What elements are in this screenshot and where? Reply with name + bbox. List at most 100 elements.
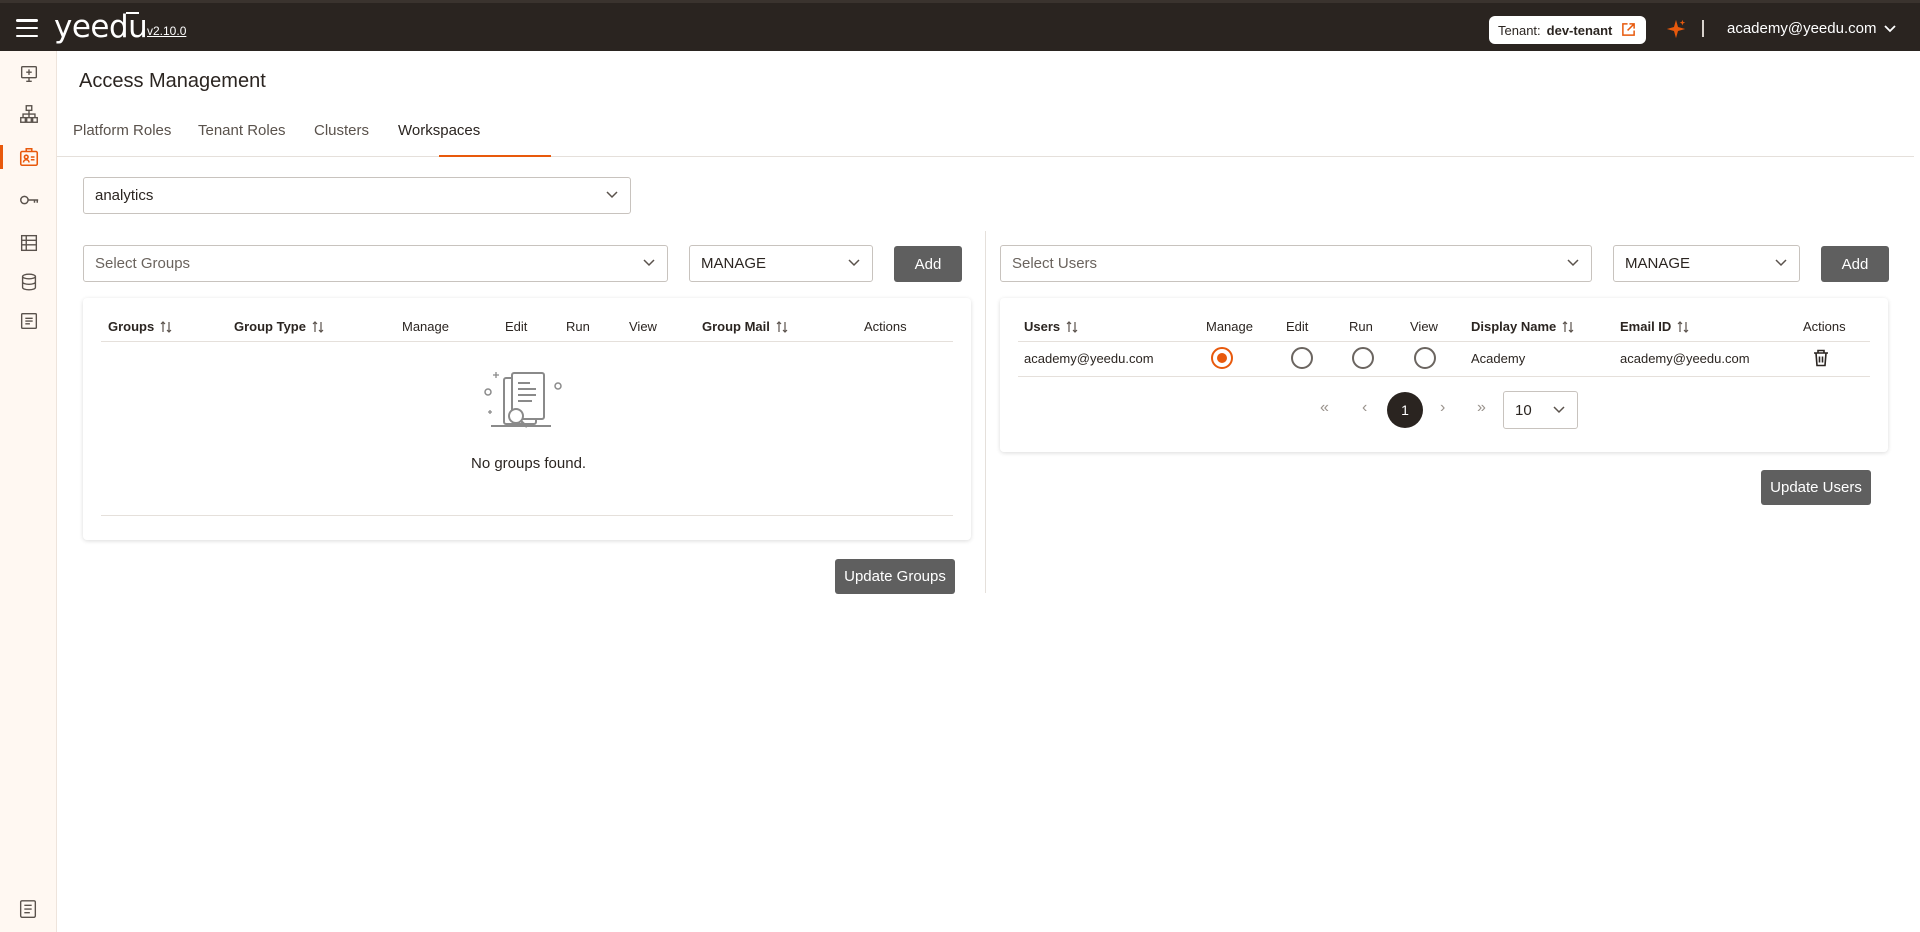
- select-groups[interactable]: Select Groups: [83, 245, 668, 282]
- email-cell: academy@yeedu.com: [1620, 351, 1750, 366]
- header-divider: [1018, 341, 1870, 342]
- col-display-name-label: Display Name: [1471, 319, 1557, 334]
- chevron-down-icon: [1567, 259, 1579, 267]
- tab-workspaces[interactable]: Workspaces: [398, 122, 480, 153]
- page-size-select[interactable]: 10: [1503, 391, 1578, 429]
- update-groups-button[interactable]: Update Groups: [835, 559, 955, 594]
- document-icon[interactable]: [17, 898, 39, 920]
- users-permission-select[interactable]: MANAGE: [1613, 245, 1800, 282]
- version-link[interactable]: v2.10.0: [147, 24, 186, 38]
- sparkle-icon[interactable]: [1665, 18, 1687, 40]
- tab-clusters[interactable]: Clusters: [314, 122, 369, 153]
- sort-icon: [160, 320, 172, 333]
- page-size-value: 10: [1515, 401, 1532, 419]
- col-edit: Edit: [1286, 319, 1309, 334]
- col-group-type[interactable]: Group Type: [234, 319, 324, 334]
- radio-view[interactable]: [1414, 347, 1436, 369]
- access-management-icon: [19, 147, 38, 167]
- col-group-mail[interactable]: Group Mail: [702, 319, 788, 334]
- empty-documents-icon: [484, 372, 562, 428]
- section-divider: [985, 231, 986, 593]
- col-run: Run: [1349, 319, 1373, 334]
- brand-logo[interactable]: yeedu: [54, 9, 148, 45]
- groups-permission-select[interactable]: MANAGE: [689, 245, 873, 282]
- monitor-plus-icon: [20, 65, 37, 83]
- col-groups[interactable]: Groups: [108, 319, 172, 334]
- col-email-id-label: Email ID: [1620, 319, 1672, 334]
- display-name-cell: Academy: [1471, 351, 1526, 366]
- col-display-name[interactable]: Display Name: [1471, 319, 1574, 334]
- sort-icon: [1066, 320, 1078, 333]
- sidebar-item-workspaces[interactable]: [0, 223, 57, 263]
- user-cell: academy@yeedu.com: [1024, 351, 1154, 366]
- prev-page-button[interactable]: ‹: [1362, 399, 1367, 417]
- add-user-button[interactable]: Add: [1821, 246, 1889, 282]
- header-divider: [101, 341, 953, 342]
- tenant-switcher[interactable]: Tenant: dev-tenant: [1489, 16, 1646, 44]
- user-menu[interactable]: academy@yeedu.com: [1727, 20, 1897, 37]
- col-actions: Actions: [1803, 319, 1846, 334]
- sort-icon: [312, 320, 324, 333]
- col-manage: Manage: [1206, 319, 1253, 334]
- sidebar-item-keys[interactable]: [0, 180, 57, 220]
- groups-table-panel: Groups Group Type Manage Edit Run View G…: [83, 298, 971, 540]
- workspace-icon: [20, 234, 37, 252]
- col-run: Run: [566, 319, 590, 334]
- table-footer-divider: [101, 515, 953, 516]
- select-groups-placeholder: Select Groups: [95, 255, 191, 272]
- sidebar-item-monitor[interactable]: [0, 54, 57, 94]
- external-link-icon: [1622, 23, 1635, 36]
- sort-icon: [1562, 320, 1574, 333]
- col-actions: Actions: [864, 319, 907, 334]
- trash-icon[interactable]: [1813, 349, 1829, 367]
- col-view: View: [629, 319, 657, 334]
- last-page-button[interactable]: »: [1477, 399, 1486, 417]
- tab-platform-roles[interactable]: Platform Roles: [73, 122, 171, 153]
- row-divider: [1018, 376, 1870, 377]
- groups-permission-value: MANAGE: [701, 255, 767, 272]
- users-table-panel: Users Manage Edit Run View Display Name …: [1000, 298, 1888, 452]
- col-view: View: [1410, 319, 1438, 334]
- brand-name: yeedu: [54, 9, 148, 45]
- tab-tenant-roles[interactable]: Tenant Roles: [198, 122, 286, 153]
- radio-edit[interactable]: [1291, 347, 1313, 369]
- col-edit: Edit: [505, 319, 528, 334]
- select-users-placeholder: Select Users: [1012, 255, 1098, 272]
- key-icon: [19, 195, 38, 205]
- add-group-button[interactable]: Add: [894, 246, 962, 282]
- sidebar-item-billing[interactable]: [0, 301, 57, 341]
- chevron-down-icon: [606, 191, 618, 199]
- current-page[interactable]: 1: [1387, 392, 1423, 428]
- chevron-down-icon: [1553, 406, 1565, 414]
- sort-icon: [776, 320, 788, 333]
- tenant-name: dev-tenant: [1546, 22, 1613, 38]
- col-manage: Manage: [402, 319, 449, 334]
- col-email-id[interactable]: Email ID: [1620, 319, 1689, 334]
- next-page-button[interactable]: ›: [1440, 399, 1445, 417]
- sort-icon: [1677, 320, 1689, 333]
- first-page-button[interactable]: «: [1320, 399, 1329, 417]
- workspace-select[interactable]: analytics: [83, 177, 631, 214]
- update-users-button[interactable]: Update Users: [1761, 470, 1871, 505]
- workspace-select-value: analytics: [95, 187, 154, 204]
- sidebar-item-database[interactable]: [0, 262, 57, 302]
- sidebar-item-hierarchy[interactable]: [0, 94, 57, 134]
- empty-state-text: No groups found.: [471, 455, 587, 472]
- select-users[interactable]: Select Users: [1000, 245, 1592, 282]
- receipt-icon: [20, 312, 37, 330]
- radio-run[interactable]: [1352, 347, 1374, 369]
- chevron-down-icon: [1884, 24, 1897, 32]
- col-users-label: Users: [1024, 319, 1061, 334]
- chevron-down-icon: [848, 259, 860, 267]
- users-permission-value: MANAGE: [1625, 255, 1691, 272]
- menu-icon[interactable]: [16, 19, 38, 37]
- col-group-mail-label: Group Mail: [702, 319, 770, 334]
- chevron-down-icon: [1775, 259, 1787, 267]
- col-users[interactable]: Users: [1024, 319, 1078, 334]
- radio-manage[interactable]: [1211, 347, 1233, 369]
- hierarchy-icon: [19, 105, 38, 123]
- col-groups-label: Groups: [108, 319, 155, 334]
- active-tab-indicator: [439, 155, 551, 157]
- sidebar-item-access[interactable]: [0, 137, 57, 177]
- user-email: academy@yeedu.com: [1727, 20, 1877, 37]
